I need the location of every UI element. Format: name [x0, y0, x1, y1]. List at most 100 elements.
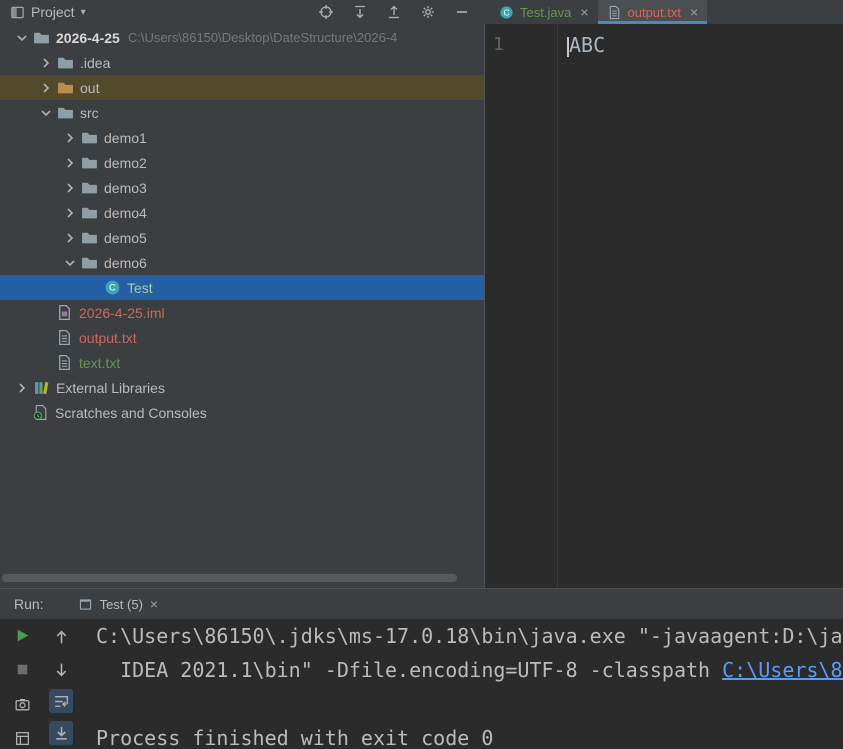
svg-text:C: C — [503, 7, 509, 17]
editor-gutter: 1 — [485, 24, 558, 588]
run-tool-window: Run: Test (5) × C:\Users\86150\.jdks\ms-… — [0, 588, 843, 749]
tree-item-out[interactable]: out — [0, 75, 484, 100]
tree-item-label: text.txt — [79, 355, 120, 371]
libraries-icon — [33, 379, 50, 396]
tree-item-demo5[interactable]: demo5 — [0, 225, 484, 250]
soft-wrap-toggle[interactable] — [49, 689, 73, 713]
tab-label: output.txt — [628, 5, 681, 20]
tree-item-label: .idea — [80, 55, 110, 71]
chevron-down-icon[interactable] — [38, 105, 54, 121]
editor-text[interactable]: ABC — [569, 33, 605, 57]
console-toolbar — [44, 619, 78, 749]
run-left-toolbar — [0, 619, 44, 749]
scroll-to-end-toggle[interactable] — [49, 721, 73, 745]
console-line: Process finished with exit code 0 — [96, 721, 843, 749]
chevron-right-icon[interactable] — [62, 230, 78, 246]
horizontal-scrollbar[interactable] — [2, 574, 480, 582]
tree-item-label: out — [80, 80, 99, 96]
text-file-icon — [56, 354, 73, 371]
folder-icon — [81, 154, 98, 171]
stop-button[interactable] — [10, 660, 34, 681]
dump-threads-button[interactable] — [10, 694, 34, 715]
down-stack-trace-button[interactable] — [49, 657, 73, 681]
run-header: Run: Test (5) × — [0, 589, 843, 619]
file-link[interactable]: C:\Users\86 — [722, 658, 843, 682]
chevron-right-icon[interactable] — [62, 180, 78, 196]
tree-item-demo3[interactable]: demo3 — [0, 175, 484, 200]
chevron-down-icon[interactable]: ▾ — [81, 7, 86, 18]
tree-item-output-txt[interactable]: output.txt — [0, 325, 484, 350]
tree-item-label: 2026-4-25.iml — [79, 305, 165, 321]
tree-item-label: demo4 — [104, 205, 147, 221]
tree-item-root[interactable]: 2026-4-25C:\Users\86150\Desktop\DateStru… — [0, 25, 484, 50]
collapse-all-button[interactable] — [386, 4, 402, 20]
tree-item-demo6[interactable]: demo6 — [0, 250, 484, 275]
up-stack-trace-button[interactable] — [49, 625, 73, 649]
project-tool-window-icon[interactable] — [10, 5, 25, 20]
project-panel: 2026-4-25C:\Users\86150\Desktop\DateStru… — [0, 24, 484, 588]
run-console[interactable]: C:\Users\86150\.jdks\ms-17.0.18\bin\java… — [78, 619, 843, 749]
console-line — [96, 687, 843, 721]
locate-file-button[interactable] — [318, 4, 334, 20]
svg-text:C: C — [109, 283, 116, 294]
project-panel-toolbar — [318, 4, 470, 20]
tree-item-label: demo6 — [104, 255, 147, 271]
tree-item-label: Test — [127, 280, 153, 296]
java-class-icon: C — [499, 5, 514, 20]
tree-item-external-libraries[interactable]: External Libraries — [0, 375, 484, 400]
editor-code-area[interactable]: ABC — [558, 24, 843, 588]
folder-icon — [57, 54, 74, 71]
folder-icon — [33, 29, 50, 46]
tree-item-label: src — [80, 105, 99, 121]
line-number: 1 — [493, 34, 504, 55]
tree-item-text-txt[interactable]: text.txt — [0, 350, 484, 375]
close-icon[interactable]: × — [690, 4, 698, 20]
tree-item-test[interactable]: C Test — [0, 275, 484, 300]
editor-tab-test-java[interactable]: CTest.java× — [490, 0, 598, 24]
tree-item-demo4[interactable]: demo4 — [0, 200, 484, 225]
settings-button[interactable] — [420, 4, 436, 20]
tree-item-iml[interactable]: 2026-4-25.iml — [0, 300, 484, 325]
iml-icon — [56, 304, 73, 321]
folder-out-icon — [57, 79, 74, 96]
editor-tab-bar: CTest.java× output.txt × — [484, 0, 843, 24]
chevron-down-icon[interactable] — [62, 255, 78, 271]
project-tree: 2026-4-25C:\Users\86150\Desktop\DateStru… — [0, 25, 484, 425]
folder-icon — [81, 254, 98, 271]
restore-layout-button[interactable] — [10, 729, 34, 749]
project-selector-label[interactable]: Project — [31, 4, 75, 20]
chevron-right-icon[interactable] — [38, 55, 54, 71]
run-tab-label: Test (5) — [100, 597, 143, 612]
tree-item-src[interactable]: src — [0, 100, 484, 125]
chevron-right-icon[interactable] — [62, 130, 78, 146]
project-tool-window-header: Project ▾ — [0, 0, 484, 24]
chevron-right-icon[interactable] — [62, 205, 78, 221]
chevron-right-icon[interactable] — [62, 155, 78, 171]
folder-icon — [81, 129, 98, 146]
close-icon[interactable]: × — [150, 596, 158, 612]
tree-item-demo2[interactable]: demo2 — [0, 150, 484, 175]
tree-item-idea[interactable]: .idea — [0, 50, 484, 75]
editor[interactable]: 1 ABC — [484, 24, 843, 588]
run-tab-test[interactable]: Test (5) × — [70, 589, 167, 619]
folder-icon — [81, 229, 98, 246]
hide-panel-button[interactable] — [454, 4, 470, 20]
console-icon — [78, 597, 93, 612]
chevron-right-icon[interactable] — [14, 380, 30, 396]
rerun-button[interactable] — [10, 625, 34, 646]
chevron-down-icon[interactable] — [14, 30, 30, 46]
tree-item-demo1[interactable]: demo1 — [0, 125, 484, 150]
tree-item-path: C:\Users\86150\Desktop\DateStructure\202… — [128, 30, 398, 45]
chevron-right-icon[interactable] — [38, 80, 54, 96]
text-file-icon — [607, 5, 622, 20]
editor-tab-output-txt[interactable]: output.txt × — [598, 0, 708, 24]
tree-item-label: demo5 — [104, 230, 147, 246]
scrollbar-thumb[interactable] — [2, 574, 457, 582]
expand-all-button[interactable] — [352, 4, 368, 20]
tree-item-label: demo3 — [104, 180, 147, 196]
tree-item-label: Scratches and Consoles — [55, 405, 207, 421]
close-icon[interactable]: × — [580, 4, 588, 20]
tree-item-label: External Libraries — [56, 380, 165, 396]
tree-item-label: demo2 — [104, 155, 147, 171]
tree-item-scratches[interactable]: Scratches and Consoles — [0, 400, 484, 425]
